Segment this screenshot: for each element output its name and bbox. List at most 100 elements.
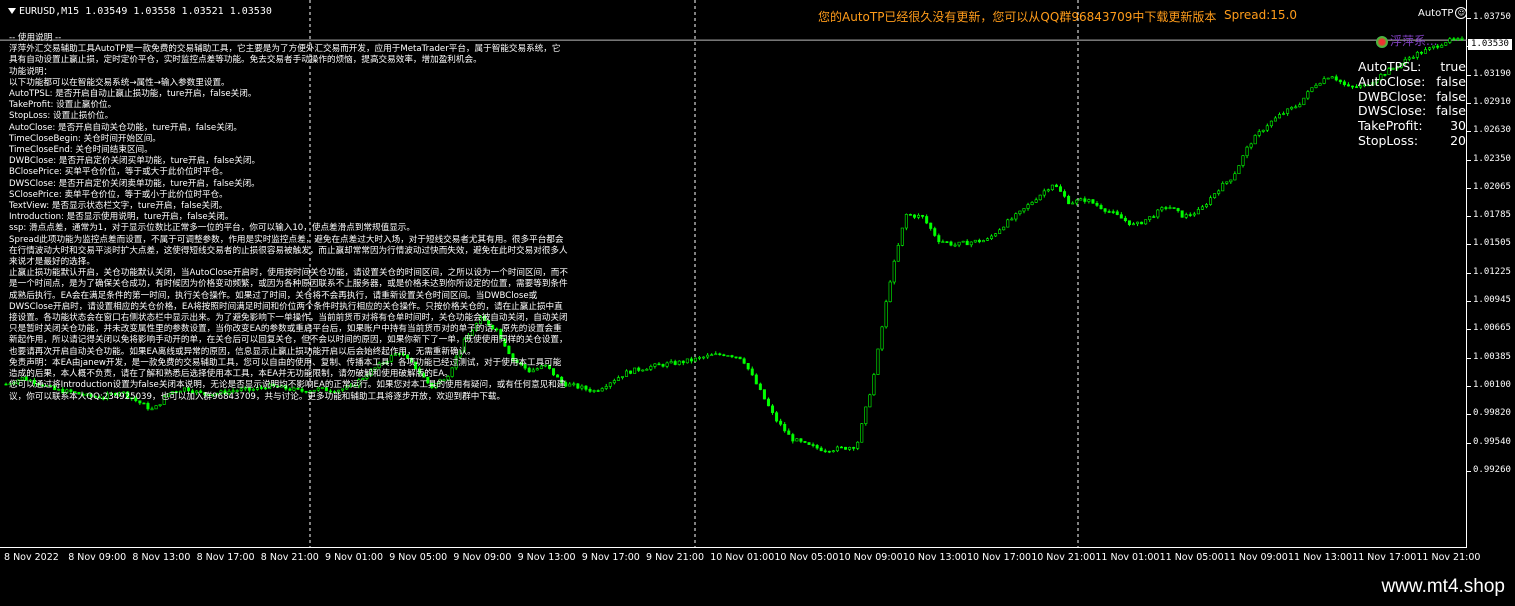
candle xyxy=(1164,206,1168,211)
candle-body xyxy=(1014,213,1018,220)
candle-body xyxy=(1419,52,1423,54)
candle xyxy=(629,370,633,375)
candle-body xyxy=(779,420,783,425)
candle xyxy=(783,422,787,433)
candle-body xyxy=(896,245,900,262)
candle-body xyxy=(1196,209,1200,215)
candle-body xyxy=(1322,78,1326,84)
candle-body xyxy=(146,403,150,410)
logo-mark-icon xyxy=(1376,35,1388,48)
candle-body xyxy=(1302,97,1306,106)
candle-body xyxy=(1095,202,1099,206)
candle xyxy=(1326,77,1330,80)
candle xyxy=(787,428,791,435)
candle xyxy=(1245,145,1249,159)
candle xyxy=(1156,209,1160,219)
price-tick-mark xyxy=(1467,187,1471,189)
candle xyxy=(1310,87,1314,93)
price-tick-label: 1.00385 xyxy=(1473,351,1511,362)
candle-body xyxy=(710,354,714,357)
time-tick-label: 11 Nov 17:00 xyxy=(1352,552,1417,563)
candle-body xyxy=(1213,193,1217,198)
candle-body xyxy=(142,402,146,405)
candle-body xyxy=(1350,85,1354,88)
candle xyxy=(791,432,795,444)
candle xyxy=(1136,221,1140,227)
expert-advisor-label[interactable]: AutoTP ☺ xyxy=(1418,7,1468,19)
candle xyxy=(1176,207,1180,213)
candle-body xyxy=(1209,197,1213,205)
candle-body xyxy=(831,450,835,453)
candle-body xyxy=(673,361,677,365)
candle-body xyxy=(945,241,949,243)
candle xyxy=(1342,79,1346,87)
candle-body xyxy=(1119,214,1123,219)
candle-body xyxy=(1225,181,1229,184)
status-value: false xyxy=(1436,88,1466,104)
time-tick-label: 8 Nov 17:00 xyxy=(196,552,255,563)
candle-body xyxy=(1265,125,1269,131)
candle xyxy=(758,382,762,391)
candle xyxy=(1334,74,1338,82)
candle-body xyxy=(649,366,653,370)
status-row: AutoClose: false xyxy=(1358,74,1466,90)
price-tick-label: 1.02065 xyxy=(1473,181,1511,192)
time-tick-label: 9 Nov 01:00 xyxy=(325,552,384,563)
candle-body xyxy=(912,214,916,218)
instruction-line: 浮萍外汇交易辅助工具AutoTP是一款免费的交易辅助工具，它主要是为了方便外汇交… xyxy=(9,44,561,66)
candle xyxy=(693,357,697,362)
status-row: DWBClose: false xyxy=(1358,88,1466,105)
candle-body xyxy=(645,368,649,371)
candle xyxy=(888,280,892,303)
candle-body xyxy=(1452,38,1456,41)
candle xyxy=(839,446,843,449)
candle-body xyxy=(1091,199,1095,204)
candle xyxy=(1188,212,1192,217)
price-axis[interactable]: 1.037501.034701.031901.029101.026301.023… xyxy=(1467,0,1515,548)
candle xyxy=(912,214,916,219)
candle-body xyxy=(1282,113,1286,115)
candle xyxy=(1444,42,1448,46)
candle xyxy=(896,243,900,262)
candle xyxy=(969,241,973,248)
time-axis[interactable]: 8 Nov 2022 8 Nov 09:00 8 Nov 13:00 8 Nov 17… xyxy=(0,548,1515,570)
price-tick-label: 1.00100 xyxy=(1473,379,1511,390)
candle xyxy=(1257,129,1261,138)
candle-body xyxy=(933,228,937,236)
candle-body xyxy=(677,360,681,365)
candle-body xyxy=(904,214,908,229)
candle-body xyxy=(722,354,726,356)
status-label: StopLoss: xyxy=(1358,132,1419,148)
instruction-line: -- 使用说明 -- xyxy=(9,33,62,43)
candle-body xyxy=(1103,208,1107,212)
time-tick-label: 9 Nov 05:00 xyxy=(389,552,448,563)
candle-body xyxy=(1063,191,1067,197)
candle xyxy=(1030,201,1034,206)
candle-body xyxy=(1099,205,1103,210)
status-label: DWSClose: xyxy=(1358,103,1427,119)
time-tick-label: 11 Nov 13:00 xyxy=(1288,552,1353,563)
symbol-quote: EURUSD,M15 1.03549 1.03558 1.03521 1.035… xyxy=(19,6,272,17)
candle-body xyxy=(738,356,742,360)
chart-menu-triangle-icon[interactable] xyxy=(8,8,16,14)
logo-text: 浮萍系... xyxy=(1376,32,1437,49)
candle xyxy=(1322,76,1326,85)
candle xyxy=(1213,193,1217,199)
candle-body xyxy=(1233,173,1237,181)
candle xyxy=(1265,123,1269,133)
smiley-icon: ☺ xyxy=(1455,7,1468,19)
chart-area[interactable]: EURUSD,M15 1.03549 1.03558 1.03521 1.035… xyxy=(0,0,1468,548)
candle xyxy=(1419,51,1423,55)
candle xyxy=(1087,198,1091,204)
candle xyxy=(1107,209,1111,214)
candle-body xyxy=(981,240,985,243)
candle xyxy=(1127,220,1131,227)
candle-body xyxy=(771,405,775,413)
candle xyxy=(1204,203,1208,209)
candle xyxy=(673,359,677,366)
candle-body xyxy=(4,383,8,386)
candle xyxy=(641,369,645,372)
candle xyxy=(961,240,965,243)
instruction-line: 止赢止损功能默认开启，关仓功能默认关闭，当AutoClose开启时，使用按时间关… xyxy=(9,268,568,357)
candle xyxy=(1192,211,1196,217)
